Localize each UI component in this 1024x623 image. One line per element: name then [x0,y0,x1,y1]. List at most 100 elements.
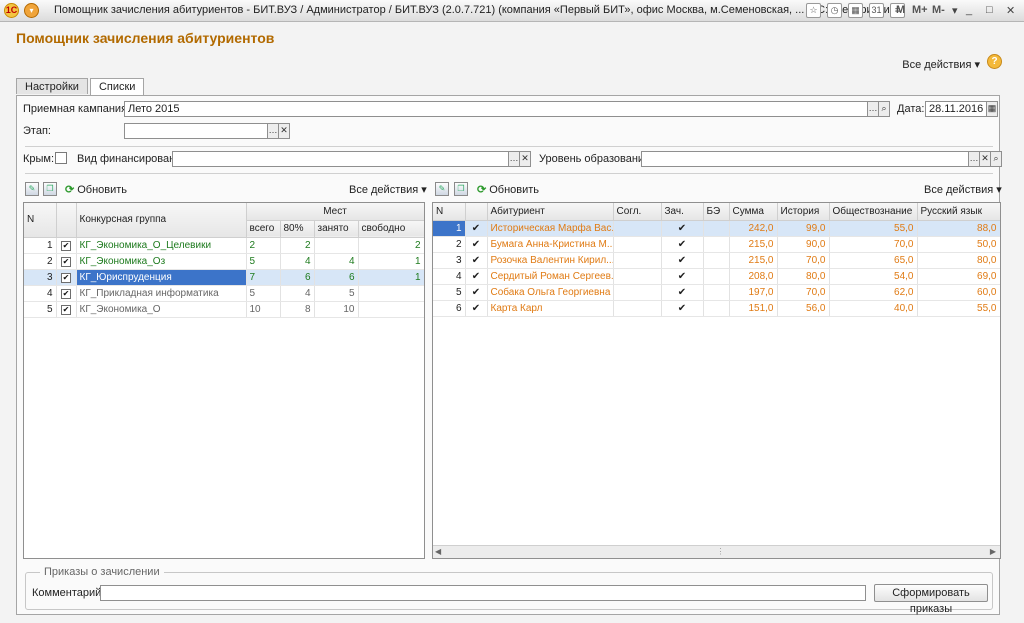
be-cell [703,300,730,317]
score-social: 62,0 [829,284,918,301]
table-row[interactable]: 5 ✔ КГ_Экономика_О 10 8 10 [24,301,424,318]
titlebar-menu-icon[interactable]: ▾ [952,4,958,17]
level-open-icon[interactable]: ⌕ [990,151,1002,167]
col-total[interactable]: всего [246,220,281,238]
col-80[interactable]: 80% [280,220,315,238]
help-icon[interactable]: ? [987,54,1002,69]
all-actions-menu[interactable]: Все действия ▾ [902,58,980,71]
check-mark-icon: ✔ [465,236,488,253]
copy-icon[interactable]: ❐ [43,182,57,196]
all-actions-left[interactable]: Все действия ▾ [349,183,427,196]
groups-table[interactable]: N Конкурсная группа Мест всего 80% занят… [23,202,425,559]
col-check [465,203,488,221]
col-sum[interactable]: Сумма [729,203,778,221]
places-free [358,285,424,302]
level-field[interactable] [641,151,969,167]
places-total: 7 [246,269,281,286]
score-russian: 60,0 [917,284,1000,301]
horizontal-scrollbar[interactable]: ◀ ⋮ ▶ [433,545,1000,558]
edit-icon[interactable]: ✎ [25,182,39,196]
be-cell [703,252,730,269]
col-n[interactable]: N [433,203,466,221]
scroll-right-icon[interactable]: ▶ [990,547,996,556]
table-row[interactable]: 2 ✔ Бумага Анна-Кристина М... ✔ 215,0 90… [433,236,1000,253]
group-name: КГ_Прикладная информатика [76,285,247,302]
memory-minus-button[interactable]: M- [932,4,945,16]
close-icon[interactable]: ✕ [1006,4,1015,17]
table-row[interactable]: 4 ✔ КГ_Прикладная информатика 5 4 5 [24,285,424,302]
campaign-field[interactable]: Лето 2015 [124,101,868,117]
check-mark-icon: ✔ [465,284,488,301]
applicant-name: Историческая Марфа Вас... [487,220,614,237]
history-icon[interactable]: ◷ [827,3,842,18]
col-enrolled[interactable]: Зач. [661,203,704,221]
table-row[interactable]: 3 ✔ Розочка Валентин Кирил... ✔ 215,0 70… [433,252,1000,269]
table-row[interactable]: 4 ✔ Сердитый Роман Сергеев... ✔ 208,0 80… [433,268,1000,285]
maximize-icon[interactable]: □ [986,4,993,16]
be-cell [703,236,730,253]
be-cell [703,284,730,301]
places-taken: 4 [314,253,359,270]
row-checkbox[interactable]: ✔ [61,256,71,267]
applicant-name: Собака Ольга Георгиевна [487,284,614,301]
calculator-icon[interactable]: ▦ [848,3,863,18]
row-checkbox[interactable]: ✔ [61,240,71,251]
col-group[interactable]: Конкурсная группа [76,203,247,238]
enrolled-check-icon: ✔ [661,300,704,317]
col-be[interactable]: БЭ [703,203,730,221]
enrolled-check-icon: ✔ [661,252,704,269]
copy-icon[interactable]: ❐ [454,182,468,196]
campaign-open-icon[interactable]: ⌕ [878,101,890,117]
col-n[interactable]: N [24,203,57,238]
memory-plus-button[interactable]: M+ [912,4,928,16]
row-checkbox[interactable]: ✔ [61,304,71,315]
main-menu-icon[interactable]: ▾ [24,3,39,18]
minimize-icon[interactable]: _ [966,4,972,16]
refresh-button-right[interactable]: ⟳ Обновить [477,183,539,196]
lists-panel: Приемная кампания: Лето 2015 … ⌕ Дата: 2… [16,95,1002,615]
stage-clear-icon[interactable]: ✕ [278,123,290,139]
date-label: Дата: [897,103,925,115]
places-total: 10 [246,301,281,318]
all-actions-right[interactable]: Все действия ▾ [924,183,1002,196]
funding-clear-icon[interactable]: ✕ [519,151,531,167]
places-free: 1 [358,269,424,286]
memory-button[interactable]: M [896,4,905,16]
col-free[interactable]: свободно [358,220,424,238]
score-social: 40,0 [829,300,918,317]
table-row[interactable]: 3 ✔ КГ_Юриспруденция 7 6 6 1 [24,269,424,286]
create-orders-button[interactable]: Сформировать приказы [874,584,988,615]
table-row[interactable]: 6 ✔ Карта Карл ✔ 151,0 56,0 40,0 55,0 [433,300,1000,317]
col-russian[interactable]: Русский язык [917,203,1000,221]
app-logo-icon[interactable]: 1С [4,3,19,18]
tab-settings[interactable]: Настройки [16,78,88,94]
tab-lists[interactable]: Списки [89,78,145,95]
comment-field[interactable] [100,585,866,601]
row-checkbox[interactable]: ✔ [61,288,71,299]
edit-icon[interactable]: ✎ [435,182,449,196]
scroll-left-icon[interactable]: ◀ [435,547,441,556]
favorites-icon[interactable]: ☆ [806,3,821,18]
date-field[interactable]: 28.11.2016 [925,101,987,117]
table-row[interactable]: 1 ✔ Историческая Марфа Вас... ✔ 242,0 99… [433,220,1000,237]
row-checkbox[interactable]: ✔ [61,272,71,283]
col-social[interactable]: Обществознание [829,203,918,221]
refresh-button-left[interactable]: ⟳ Обновить [65,183,127,196]
col-agree[interactable]: Согл. [613,203,662,221]
col-applicant[interactable]: Абитуриент [487,203,614,221]
table-row[interactable]: 5 ✔ Собака Ольга Георгиевна ✔ 197,0 70,0… [433,284,1000,301]
applicants-table[interactable]: N Абитуриент Согл. Зач. БЭ Сумма История… [432,202,1001,559]
scroll-thumb[interactable]: ⋮ [717,547,725,556]
agree-cell [613,236,662,253]
places-total: 5 [246,285,281,302]
calendar-picker-icon[interactable]: ▦ [986,101,998,117]
table-row[interactable]: 1 ✔ КГ_Экономика_О_Целевики 2 2 2 [24,237,424,254]
table-row[interactable]: 2 ✔ КГ_Экономика_Оз 5 4 4 1 [24,253,424,270]
stage-field[interactable] [124,123,268,139]
crimea-checkbox[interactable] [55,152,67,164]
col-history[interactable]: История [777,203,830,221]
row-number: 2 [433,236,466,253]
calendar-icon[interactable]: 31 [869,3,884,18]
funding-field[interactable] [172,151,509,167]
col-taken[interactable]: занято [314,220,359,238]
